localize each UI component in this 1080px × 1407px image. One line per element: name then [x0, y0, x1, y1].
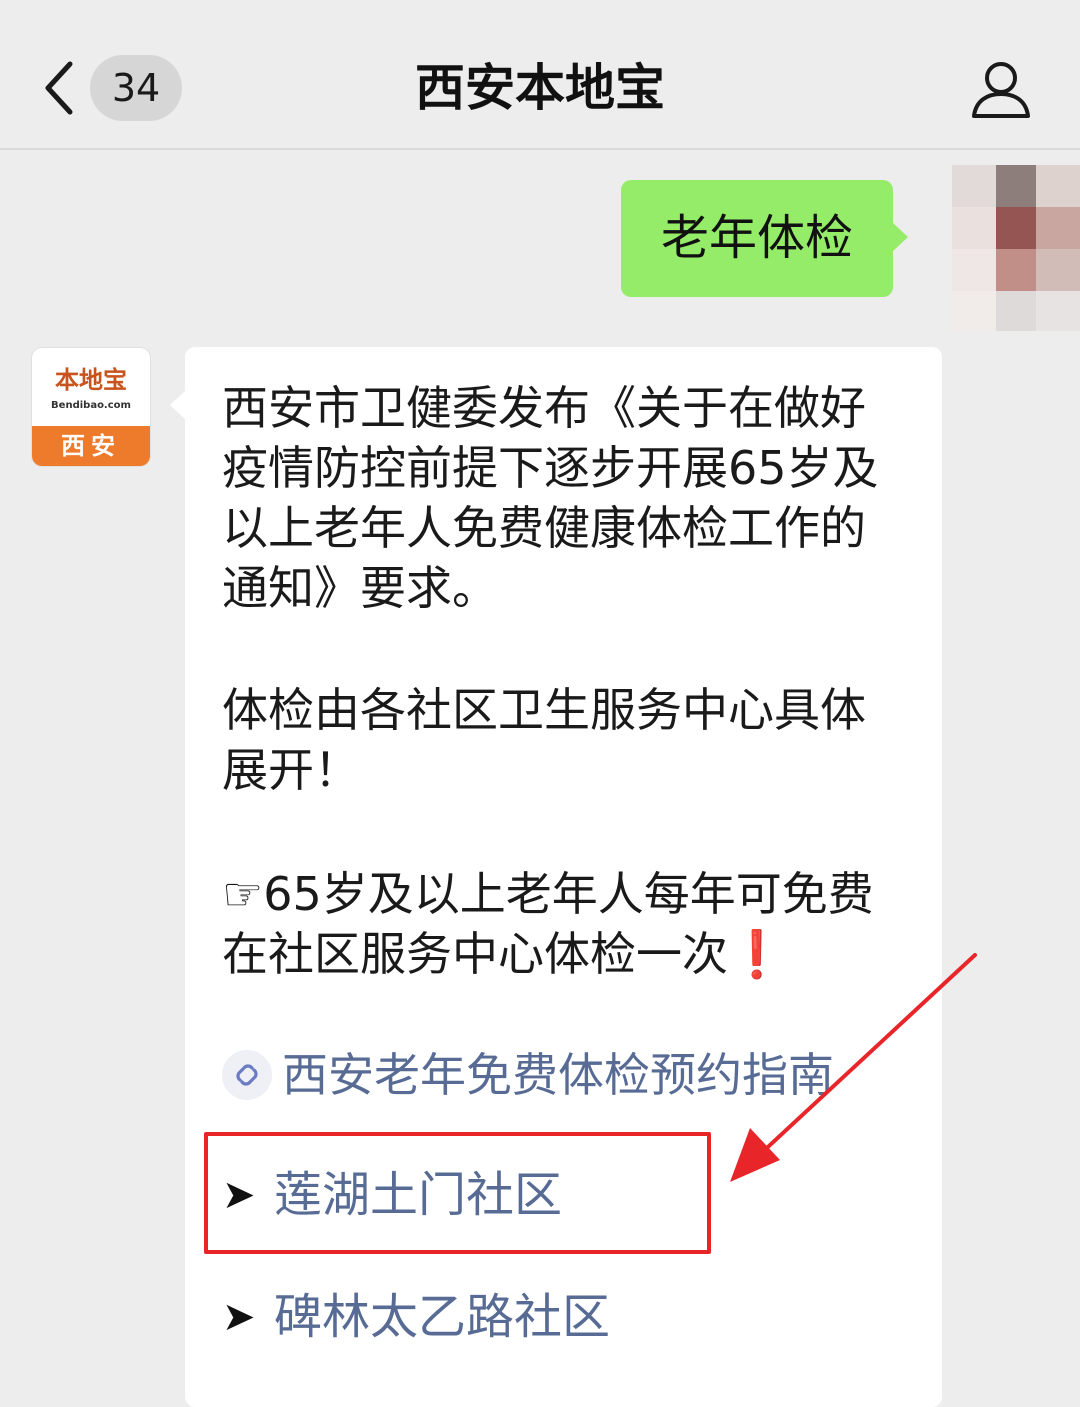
community-link-beilin-taiyilu[interactable]: ➤ 碑林太乙路社区: [222, 1282, 822, 1352]
mini-program-link-icon: [222, 1050, 272, 1100]
outgoing-message-bubble[interactable]: 老年体检: [621, 180, 893, 297]
user-avatar[interactable]: [952, 165, 1080, 331]
community-name[interactable]: 碑林太乙路社区: [274, 1282, 610, 1352]
outgoing-bubble-tail: [892, 222, 908, 252]
message-paragraph: 体检由各社区卫生服务中心具体展开！: [222, 683, 866, 797]
incoming-bubble-tail: [170, 390, 186, 420]
official-account-avatar[interactable]: 本地宝 Bendibao.com 西安: [32, 348, 150, 466]
message-paragraph: 西安市卫健委发布《关于在做好疫情防控前提下逐步开展65岁及以上老年人免费健康体检…: [222, 381, 879, 615]
highlight-annotation-box: [204, 1132, 711, 1254]
guide-link-text[interactable]: 西安老年免费体检预约指南: [282, 1044, 834, 1106]
chat-header: 34 西安本地宝: [0, 0, 1080, 150]
arrow-bullet-icon: ➤: [222, 1294, 256, 1340]
exclamation-icon: ❗: [728, 927, 786, 981]
message-paragraph: ☞65岁及以上老年人每年可免费在社区服务中心体检一次❗: [222, 864, 902, 984]
logo-url-text: Bendibao.com: [51, 400, 131, 411]
person-icon[interactable]: [968, 56, 1034, 122]
logo-brand-text: 本地宝: [55, 365, 127, 394]
logo-city-text: 西安: [32, 426, 150, 466]
mini-program-link[interactable]: 西安老年免费体检预约指南: [222, 1044, 922, 1106]
chat-title: 西安本地宝: [415, 59, 665, 117]
